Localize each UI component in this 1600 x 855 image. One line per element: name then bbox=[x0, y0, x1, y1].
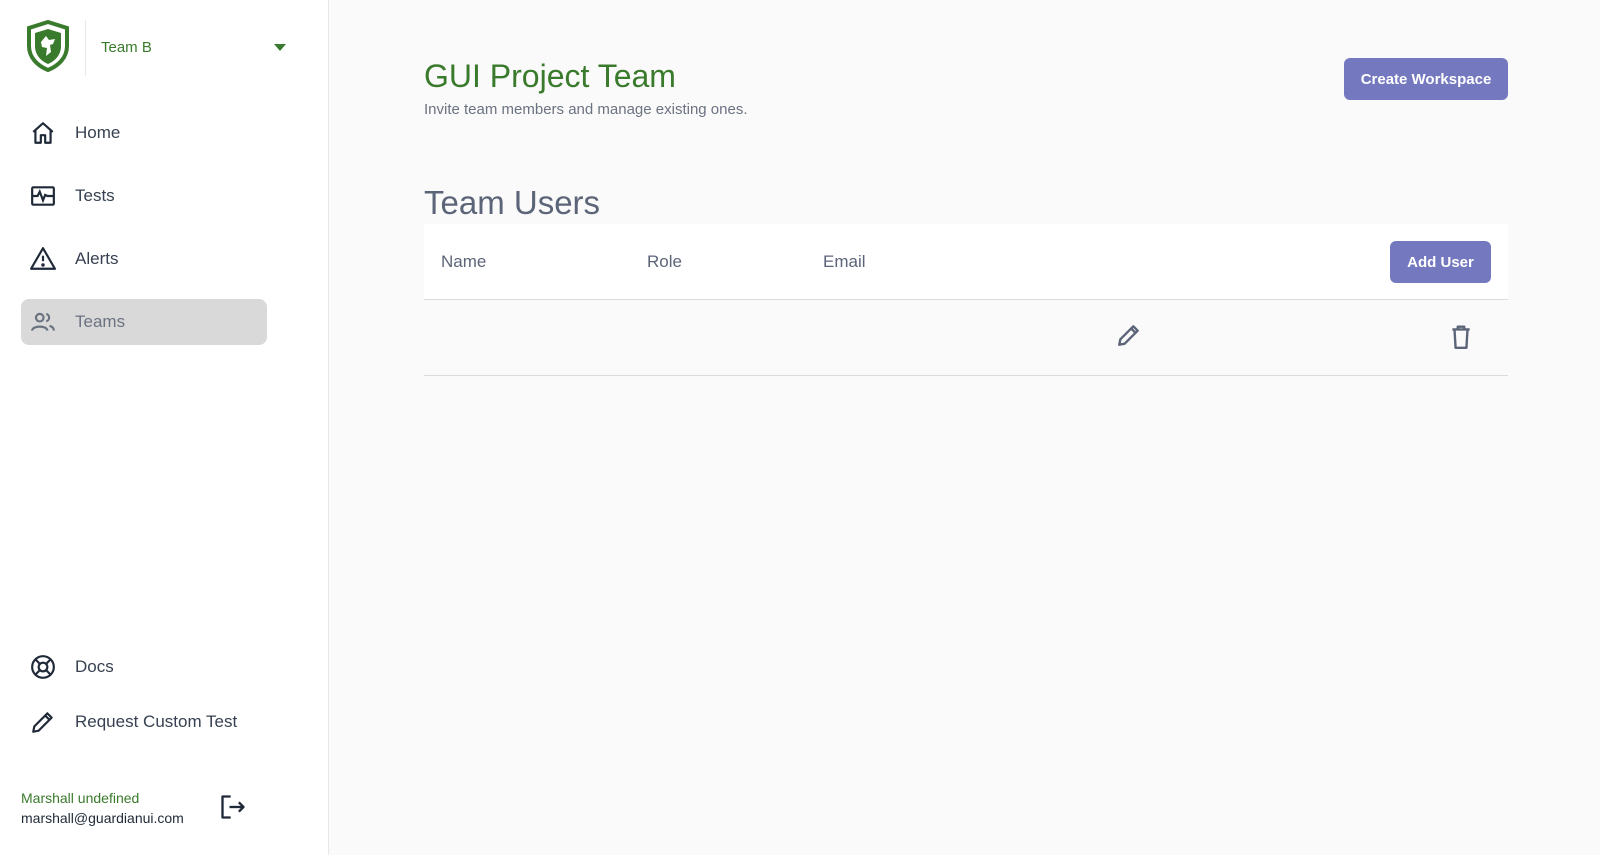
nav-item-docs[interactable]: Docs bbox=[21, 644, 267, 690]
create-workspace-button[interactable]: Create Workspace bbox=[1344, 58, 1508, 100]
brand-divider bbox=[85, 20, 86, 76]
edit-icon[interactable] bbox=[1116, 322, 1142, 348]
page-subtitle: Invite team members and manage existing … bbox=[424, 101, 748, 118]
nav-label-home: Home bbox=[75, 123, 121, 142]
nav-item-request-custom-test[interactable]: Request Custom Test bbox=[21, 699, 267, 745]
nav-label-docs: Docs bbox=[75, 657, 114, 676]
lifebuoy-icon bbox=[31, 655, 55, 679]
nav-item-tests[interactable]: Tests bbox=[21, 173, 267, 219]
sidebar: Team B Home Tests Alerts Teams Docs Requ… bbox=[0, 0, 329, 855]
team-name[interactable]: Team B bbox=[101, 39, 152, 56]
shield-logo-icon bbox=[27, 20, 69, 72]
pencil-icon bbox=[32, 712, 53, 733]
logout-icon[interactable] bbox=[219, 793, 247, 821]
alert-triangle-icon bbox=[30, 247, 56, 270]
user-info: Marshall undefined marshall@guardianui.c… bbox=[21, 788, 184, 829]
nav-item-alerts[interactable]: Alerts bbox=[21, 236, 267, 282]
team-users-table: Name Role Email Add User bbox=[424, 224, 1508, 376]
team-switcher[interactable]: Team B bbox=[26, 20, 296, 76]
nav-label-teams: Teams bbox=[75, 312, 126, 331]
section-title: Team Users bbox=[424, 184, 601, 221]
main-content: GUI Project Team Invite team members and… bbox=[330, 0, 1600, 855]
table-row bbox=[424, 300, 1508, 376]
nav-label-request-custom-test: Request Custom Test bbox=[75, 712, 238, 731]
column-header-name: Name bbox=[441, 252, 487, 271]
chevron-down-icon[interactable] bbox=[274, 44, 286, 51]
nav-item-home[interactable]: Home bbox=[21, 110, 267, 156]
column-header-role: Role bbox=[647, 252, 682, 271]
table-header: Name Role Email Add User bbox=[424, 224, 1508, 300]
nav-label-alerts: Alerts bbox=[75, 249, 119, 268]
trash-icon[interactable] bbox=[1448, 324, 1474, 350]
user-email: marshall@guardianui.com bbox=[21, 810, 184, 826]
page-title: GUI Project Team bbox=[424, 58, 676, 94]
add-user-button[interactable]: Add User bbox=[1390, 241, 1491, 283]
home-icon bbox=[32, 122, 54, 144]
column-header-email: Email bbox=[823, 252, 866, 271]
users-icon bbox=[31, 312, 55, 332]
nav-item-teams[interactable]: Teams bbox=[21, 299, 267, 345]
nav-label-tests: Tests bbox=[75, 186, 115, 205]
tests-icon bbox=[31, 186, 55, 206]
user-name: Marshall undefined bbox=[21, 790, 140, 806]
